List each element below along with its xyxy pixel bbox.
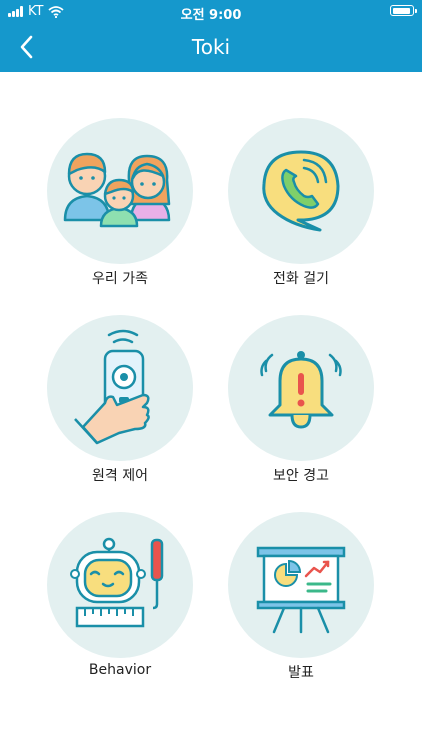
phone-call-icon	[262, 150, 340, 232]
menu-item-label: 우리 가족	[92, 271, 148, 287]
menu-icon-circle	[47, 315, 193, 461]
presentation-board-icon	[256, 546, 346, 634]
menu-icon-circle	[228, 512, 374, 658]
menu-item-label: Behavior	[88, 662, 152, 678]
menu-icon-circle	[47, 118, 193, 264]
page-title: Toki	[191, 35, 231, 59]
menu-item-label: 원격 제어	[92, 468, 148, 484]
robot-ruler-icon	[70, 537, 164, 628]
remote-control-icon	[74, 329, 150, 445]
menu-item-label: 보안 경고	[273, 468, 329, 484]
menu-item-label: 발표	[288, 665, 314, 681]
alarm-bell-icon	[260, 351, 342, 429]
family-icon	[63, 152, 171, 228]
status-time: 오전 9:00	[180, 8, 242, 23]
status-bar: KT 오전 9:00	[0, 0, 422, 24]
battery-icon	[390, 5, 417, 16]
menu-icon-circle	[228, 315, 374, 461]
menu-icon-circle	[228, 118, 374, 264]
menu-item-label: 전화 걸기	[273, 271, 329, 287]
menu-icon-circle	[47, 512, 193, 658]
navigation-bar: KT 오전 9:00 Toki	[0, 0, 422, 72]
